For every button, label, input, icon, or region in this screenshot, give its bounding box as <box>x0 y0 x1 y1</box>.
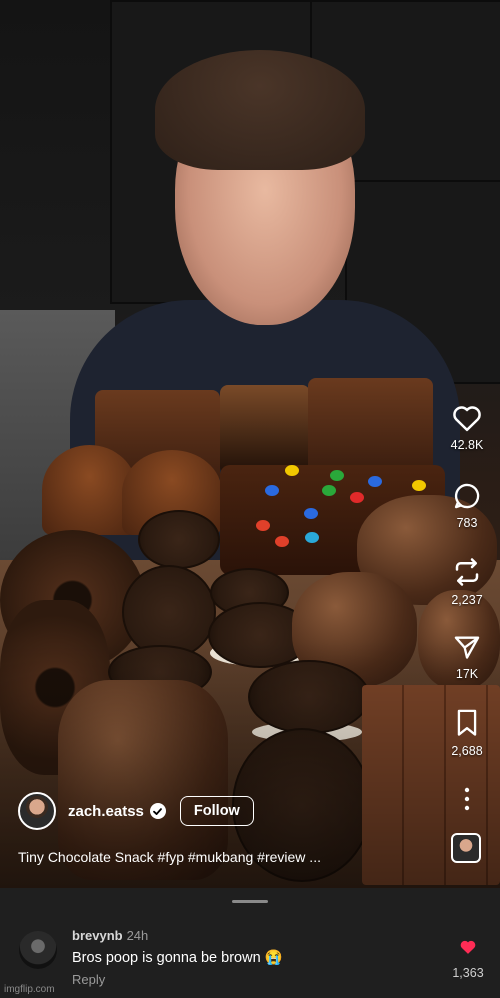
cake-slice <box>308 378 433 473</box>
commenter-username[interactable]: brevynb <box>72 928 123 943</box>
heart-icon <box>453 406 481 432</box>
candy <box>285 465 299 476</box>
candy <box>322 485 336 496</box>
share-action[interactable]: 17K <box>440 633 494 681</box>
person-hair <box>155 50 365 170</box>
watermark: imgflip.com <box>4 984 55 995</box>
comment-icon <box>454 483 480 509</box>
like-count: 42.8K <box>450 438 484 452</box>
candy <box>368 476 382 487</box>
repost-action[interactable]: 2,237 <box>440 557 494 607</box>
share-icon <box>454 636 480 659</box>
comment-action[interactable]: 783 <box>440 482 494 530</box>
comment-like-button[interactable]: 1,363 <box>448 939 488 980</box>
save-count: 2,688 <box>451 744 483 758</box>
author-row: zach.eatss Follow <box>18 791 254 831</box>
follow-button[interactable]: Follow <box>179 796 254 826</box>
save-action[interactable]: 2,688 <box>440 708 494 758</box>
candy <box>275 536 289 547</box>
music-disc[interactable] <box>451 833 481 863</box>
candy <box>330 470 344 481</box>
comment-like-count: 1,363 <box>452 966 484 980</box>
share-count: 17K <box>455 667 479 681</box>
reply-button[interactable]: Reply <box>72 972 105 987</box>
post-caption[interactable]: Tiny Chocolate Snack #fyp #mukbang #revi… <box>18 849 321 865</box>
candy <box>256 520 270 531</box>
sheet-drag-handle[interactable] <box>232 900 268 903</box>
comment-time: 24h <box>126 928 149 943</box>
candy <box>305 532 319 543</box>
author-avatar[interactable] <box>18 792 56 830</box>
repost-count: 2,237 <box>451 593 483 607</box>
video-player[interactable] <box>0 0 500 888</box>
verified-icon <box>149 803 166 819</box>
heart-icon <box>460 940 476 954</box>
author-username[interactable]: zach.eatss <box>68 803 144 820</box>
bookmark-icon <box>457 709 477 736</box>
cake-slice <box>220 385 310 475</box>
candy <box>265 485 279 496</box>
candy <box>350 492 364 503</box>
comment-count: 783 <box>456 516 478 530</box>
more-button[interactable] <box>440 787 494 811</box>
candy <box>304 508 318 519</box>
comment-text: Bros poop is gonna be brown 😭 <box>72 950 283 966</box>
candy <box>412 480 426 491</box>
more-icon <box>464 787 470 811</box>
comment-header: brevynb 24h <box>72 928 148 943</box>
commenter-avatar[interactable] <box>19 931 57 969</box>
repost-icon <box>455 558 479 586</box>
like-action[interactable]: 42.8K <box>440 404 494 452</box>
cookie <box>138 510 220 569</box>
